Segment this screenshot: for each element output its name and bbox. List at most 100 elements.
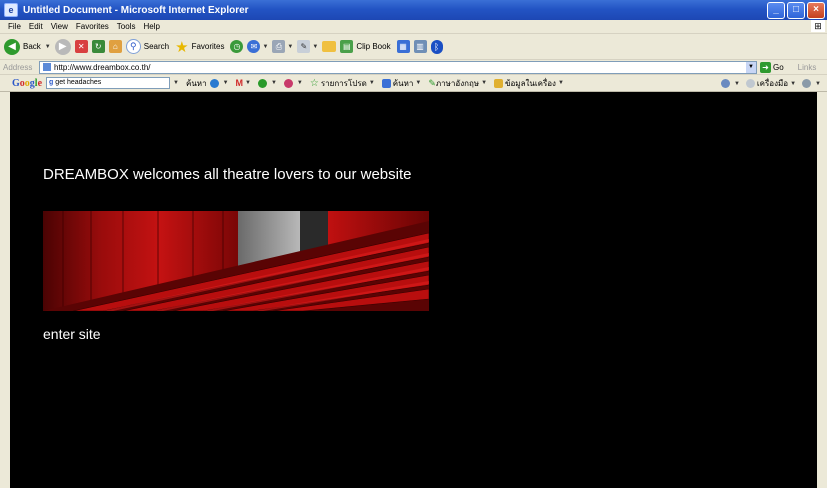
folder-icon xyxy=(494,78,504,88)
chevron-down-icon: ▼ xyxy=(262,43,269,50)
google-item-search[interactable]: ค้นหา ▼ xyxy=(186,77,229,90)
messenger-button[interactable]: ▦ xyxy=(396,37,410,57)
address-bar: Address http://www.dreambox.co.th/ ▼ ➜ G… xyxy=(0,60,827,75)
leaf-icon xyxy=(257,78,267,88)
google-item-favorites[interactable]: ☆ รายการโปรด ▼ xyxy=(310,77,375,90)
stop-icon: ✕ xyxy=(74,40,88,53)
star-icon: ★ xyxy=(175,38,189,56)
bluetooth-button[interactable]: ᛒ xyxy=(430,37,443,57)
history-button[interactable]: ◷ xyxy=(230,37,244,57)
edit-button[interactable]: ✎ ▼ xyxy=(297,37,318,57)
menu-tools[interactable]: Tools xyxy=(117,22,136,31)
print-icon: ⎙ xyxy=(272,40,286,53)
page-icon xyxy=(43,63,51,71)
close-button[interactable]: × xyxy=(807,2,825,19)
menu-edit[interactable]: Edit xyxy=(29,22,43,31)
favorites-button[interactable]: ★ Favorites xyxy=(175,37,226,57)
folder-button[interactable] xyxy=(322,37,337,57)
edit-icon: ✎ xyxy=(297,40,311,53)
mail-button[interactable]: ✉ ▼ xyxy=(247,37,268,57)
chevron-down-icon[interactable]: ▼ xyxy=(734,81,740,87)
history-icon: ◷ xyxy=(230,40,244,53)
stop-button[interactable]: ✕ xyxy=(74,37,88,57)
home-button[interactable]: ⌂ xyxy=(108,37,122,57)
menu-favorites[interactable]: Favorites xyxy=(76,22,109,31)
enter-site-link[interactable]: enter site xyxy=(43,326,101,342)
go-arrow-icon: ➜ xyxy=(760,61,771,73)
chevron-down-icon[interactable]: ▼ xyxy=(815,81,821,87)
google-item-mail[interactable]: M ▼ xyxy=(236,78,251,88)
google-g-icon: g xyxy=(49,79,54,86)
folder-icon xyxy=(322,41,337,52)
research-button[interactable]: ▥ xyxy=(413,37,427,57)
google-tools-label[interactable]: เครื่องมือ xyxy=(757,77,788,90)
maximize-button[interactable]: □ xyxy=(787,2,805,19)
star-icon: ☆ xyxy=(309,77,319,89)
chevron-down-icon[interactable]: ▼ xyxy=(173,80,179,86)
ie-icon: e xyxy=(4,3,18,17)
forward-button[interactable]: ▶ xyxy=(54,37,71,57)
options-icon[interactable] xyxy=(720,79,730,88)
standard-toolbar: ◀ Back ▼ ▶ ✕ ↻ ⌂ ⚲ Search ★ Favorites ◷ … xyxy=(0,34,827,60)
clipbook-icon: ▤ xyxy=(340,40,354,53)
google-logo[interactable]: Google xyxy=(12,78,42,89)
google-item-local[interactable]: ข้อมูลในเครื่อง ▼ xyxy=(494,77,564,90)
title-bar: e Untitled Document - Microsoft Internet… xyxy=(0,0,827,20)
menu-bar: File Edit View Favorites Tools Help ⊞ xyxy=(0,20,827,34)
browser-window: e Untitled Document - Microsoft Internet… xyxy=(0,0,827,488)
bluetooth-icon: ᛒ xyxy=(430,39,443,54)
links-button[interactable]: Links xyxy=(798,63,817,72)
google-item-translate[interactable]: ✎ ภาษาอังกฤษ ▼ xyxy=(428,77,487,90)
menu-file[interactable]: File xyxy=(8,22,21,31)
chevron-down-icon: ▼ xyxy=(44,43,51,50)
chevron-down-icon: ▼ xyxy=(312,43,319,50)
globe-icon xyxy=(209,78,219,88)
back-button[interactable]: ◀ Back ▼ xyxy=(4,37,51,57)
menu-view[interactable]: View xyxy=(51,22,68,31)
popup-blocker-icon xyxy=(283,78,293,88)
google-search-input[interactable]: g get headaches xyxy=(46,77,171,89)
chevron-down-icon: ▼ xyxy=(245,80,251,86)
clipbook-button[interactable]: ▤ Clip Book xyxy=(340,37,392,57)
gear-icon[interactable] xyxy=(802,79,812,88)
research-icon: ▥ xyxy=(413,40,427,53)
chevron-down-icon: ▼ xyxy=(287,43,294,50)
vertical-scrollbar[interactable] xyxy=(817,92,827,488)
settings-icon xyxy=(745,79,755,88)
theatre-seats-banner xyxy=(43,211,429,311)
search-button[interactable]: ⚲ Search xyxy=(125,37,171,57)
chevron-down-icon: ▼ xyxy=(368,80,375,86)
menu-help[interactable]: Help xyxy=(143,22,159,31)
print-button[interactable]: ⎙ ▼ xyxy=(272,37,293,57)
mail-icon: ✉ xyxy=(247,40,261,53)
gmail-icon: M xyxy=(235,78,244,88)
window-left-border xyxy=(0,92,10,488)
search-icon: ⚲ xyxy=(125,39,141,54)
chevron-down-icon: ▼ xyxy=(557,80,564,86)
welcome-heading: DREAMBOX welcomes all theatre lovers to … xyxy=(43,166,412,183)
forward-arrow-icon: ▶ xyxy=(54,38,71,55)
windows-logo-icon: ⊞ xyxy=(811,20,825,32)
window-title: Untitled Document - Microsoft Internet E… xyxy=(23,4,249,16)
search-page-icon xyxy=(381,78,391,88)
chevron-down-icon[interactable]: ▼ xyxy=(746,61,756,73)
google-item-popup[interactable]: ▼ xyxy=(283,78,303,88)
address-label: Address xyxy=(3,62,33,72)
address-input[interactable]: http://www.dreambox.co.th/ ▼ xyxy=(39,60,757,74)
google-item-tools[interactable]: ▼ xyxy=(257,78,277,88)
refresh-button[interactable]: ↻ xyxy=(91,37,105,57)
google-item-search2[interactable]: ค้นหา ▼ xyxy=(381,77,422,90)
google-toolbar-right: ▼ เครื่องมือ ▼ ▼ xyxy=(720,77,821,90)
window-controls: _ □ × xyxy=(767,2,825,19)
chevron-down-icon: ▼ xyxy=(270,80,277,86)
chevron-down-icon[interactable]: ▼ xyxy=(790,81,796,87)
google-toolbar: Google g get headaches ▼ ค้นหา ▼ M ▼ ▼ ▼… xyxy=(0,75,827,92)
refresh-icon: ↻ xyxy=(91,40,105,53)
minimize-button[interactable]: _ xyxy=(767,2,785,19)
chevron-down-icon: ▼ xyxy=(415,80,422,86)
chevron-down-icon: ▼ xyxy=(222,80,229,86)
go-button[interactable]: ➜ Go xyxy=(760,61,784,73)
address-url: http://www.dreambox.co.th/ xyxy=(54,62,151,72)
page-content: DREAMBOX welcomes all theatre lovers to … xyxy=(10,92,817,488)
messenger-icon: ▦ xyxy=(396,40,410,53)
